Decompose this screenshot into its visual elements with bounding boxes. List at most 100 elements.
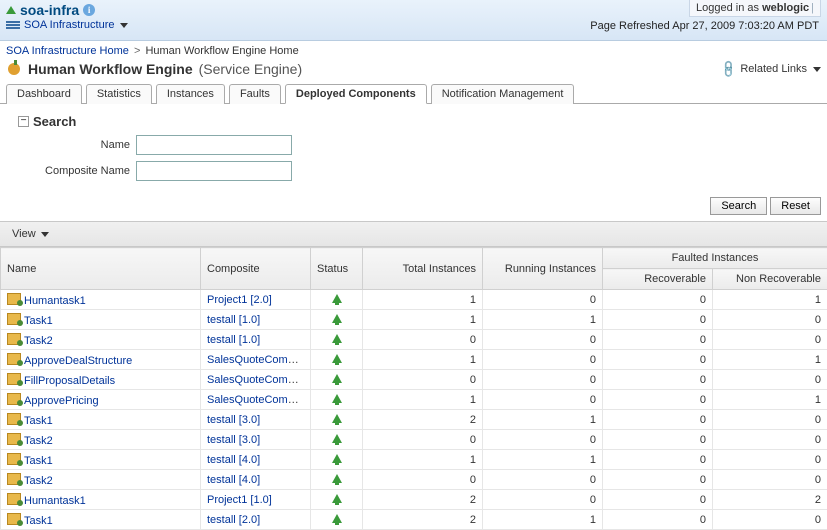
non-recoverable-cell: 0 <box>713 450 827 470</box>
status-up-icon <box>332 494 342 503</box>
composite-link[interactable]: SalesQuoteComposit <box>207 394 311 406</box>
status-up-icon <box>332 454 342 463</box>
page-heading: Human Workflow Engine (Service Engine) 🔗… <box>0 59 827 79</box>
composite-link[interactable]: SalesQuoteComposit <box>207 354 311 366</box>
composite-name-label: Composite Name <box>18 165 136 177</box>
related-links-menu[interactable]: 🔗 Related Links <box>721 62 821 76</box>
col-recoverable[interactable]: Recoverable <box>603 269 713 290</box>
table-row: Task1testall [3.0]2100 <box>1 410 827 430</box>
components-table: Name Composite Status Total Instances Ru… <box>0 247 827 530</box>
composite-link[interactable]: testall [1.0] <box>207 334 260 346</box>
non-recoverable-cell: 1 <box>713 390 827 410</box>
status-up-icon <box>332 374 342 383</box>
info-icon[interactable]: i <box>83 4 95 16</box>
component-name-link[interactable]: Task2 <box>24 475 53 487</box>
running-instances-cell: 0 <box>483 330 603 350</box>
name-input[interactable] <box>136 135 292 155</box>
component-name-link[interactable]: Humantask1 <box>24 495 86 507</box>
col-name[interactable]: Name <box>1 248 201 290</box>
engine-type: (Service Engine) <box>199 61 303 77</box>
up-arrow-icon <box>6 6 16 14</box>
total-instances-cell: 0 <box>363 470 483 490</box>
view-menu[interactable]: View <box>12 228 49 240</box>
total-instances-cell: 1 <box>363 350 483 370</box>
running-instances-cell: 0 <box>483 490 603 510</box>
table-row: ApproveDealStructureSalesQuoteComposit10… <box>1 350 827 370</box>
component-icon <box>7 513 21 525</box>
status-up-icon <box>332 314 342 323</box>
col-total-instances[interactable]: Total Instances <box>363 248 483 290</box>
composite-link[interactable]: testall [3.0] <box>207 414 260 426</box>
workflow-engine-icon <box>6 61 22 77</box>
component-name-link[interactable]: Task2 <box>24 435 53 447</box>
col-non-recoverable[interactable]: Non Recoverable <box>713 269 827 290</box>
component-icon <box>7 373 21 385</box>
component-name-link[interactable]: FillProposalDetails <box>24 375 115 387</box>
running-instances-cell: 0 <box>483 470 603 490</box>
non-recoverable-cell: 0 <box>713 410 827 430</box>
tab-dashboard[interactable]: Dashboard <box>6 84 82 104</box>
total-instances-cell: 1 <box>363 390 483 410</box>
col-faulted-instances[interactable]: Faulted Instances <box>603 248 827 269</box>
status-up-icon <box>332 514 342 523</box>
component-icon <box>7 293 21 305</box>
login-user: weblogic <box>762 2 809 14</box>
non-recoverable-cell: 1 <box>713 290 827 310</box>
breadcrumb-root[interactable]: SOA Infrastructure Home <box>6 45 129 57</box>
non-recoverable-cell: 0 <box>713 470 827 490</box>
tab-statistics[interactable]: Statistics <box>86 84 152 104</box>
login-status: Logged in as weblogic| <box>689 0 821 17</box>
total-instances-cell: 2 <box>363 490 483 510</box>
status-up-icon <box>332 294 342 303</box>
component-name-link[interactable]: Humantask1 <box>24 295 86 307</box>
recoverable-cell: 0 <box>603 430 713 450</box>
component-name-link[interactable]: Task1 <box>24 315 53 327</box>
col-status[interactable]: Status <box>311 248 363 290</box>
composite-name-input[interactable] <box>136 161 292 181</box>
component-name-link[interactable]: Task1 <box>24 515 53 527</box>
composite-link[interactable]: Project1 [1.0] <box>207 494 272 506</box>
component-icon <box>7 473 21 485</box>
non-recoverable-cell: 0 <box>713 370 827 390</box>
component-name-link[interactable]: Task1 <box>24 415 53 427</box>
col-composite[interactable]: Composite <box>201 248 311 290</box>
component-icon <box>7 353 21 365</box>
component-icon <box>7 393 21 405</box>
infrastructure-menu[interactable]: SOA Infrastructure <box>24 19 128 31</box>
refresh-time: Apr 27, 2009 7:03:20 AM PDT <box>672 20 819 32</box>
non-recoverable-cell: 0 <box>713 510 827 530</box>
composite-link[interactable]: SalesQuoteComposit <box>207 374 311 386</box>
tab-faults[interactable]: Faults <box>229 84 281 104</box>
col-running-instances[interactable]: Running Instances <box>483 248 603 290</box>
component-name-link[interactable]: Task1 <box>24 455 53 467</box>
status-up-icon <box>332 394 342 403</box>
tab-deployed-components[interactable]: Deployed Components <box>285 84 427 104</box>
running-instances-cell: 0 <box>483 370 603 390</box>
composite-link[interactable]: testall [1.0] <box>207 314 260 326</box>
composite-link[interactable]: testall [2.0] <box>207 514 260 526</box>
search-button[interactable]: Search <box>710 197 767 215</box>
collapse-icon[interactable]: − <box>18 116 29 127</box>
app-title: soa-infra i <box>20 2 95 18</box>
tab-instances[interactable]: Instances <box>156 84 225 104</box>
status-up-icon <box>332 434 342 443</box>
running-instances-cell: 1 <box>483 450 603 470</box>
composite-link[interactable]: testall [3.0] <box>207 434 260 446</box>
running-instances-cell: 1 <box>483 410 603 430</box>
reset-button[interactable]: Reset <box>770 197 821 215</box>
recoverable-cell: 0 <box>603 290 713 310</box>
component-name-link[interactable]: ApproveDealStructure <box>24 355 132 367</box>
component-icon <box>7 313 21 325</box>
composite-link[interactable]: testall [4.0] <box>207 454 260 466</box>
component-name-link[interactable]: ApprovePricing <box>24 395 99 407</box>
link-icon: 🔗 <box>719 59 739 79</box>
search-title: Search <box>33 114 76 129</box>
search-buttons: Search Reset <box>0 187 827 221</box>
composite-link[interactable]: testall [4.0] <box>207 474 260 486</box>
component-name-link[interactable]: Task2 <box>24 335 53 347</box>
tab-notification-management[interactable]: Notification Management <box>431 84 575 104</box>
composite-link[interactable]: Project1 [2.0] <box>207 294 272 306</box>
running-instances-cell: 1 <box>483 510 603 530</box>
non-recoverable-cell: 1 <box>713 350 827 370</box>
tabs: Dashboard Statistics Instances Faults De… <box>0 83 827 104</box>
